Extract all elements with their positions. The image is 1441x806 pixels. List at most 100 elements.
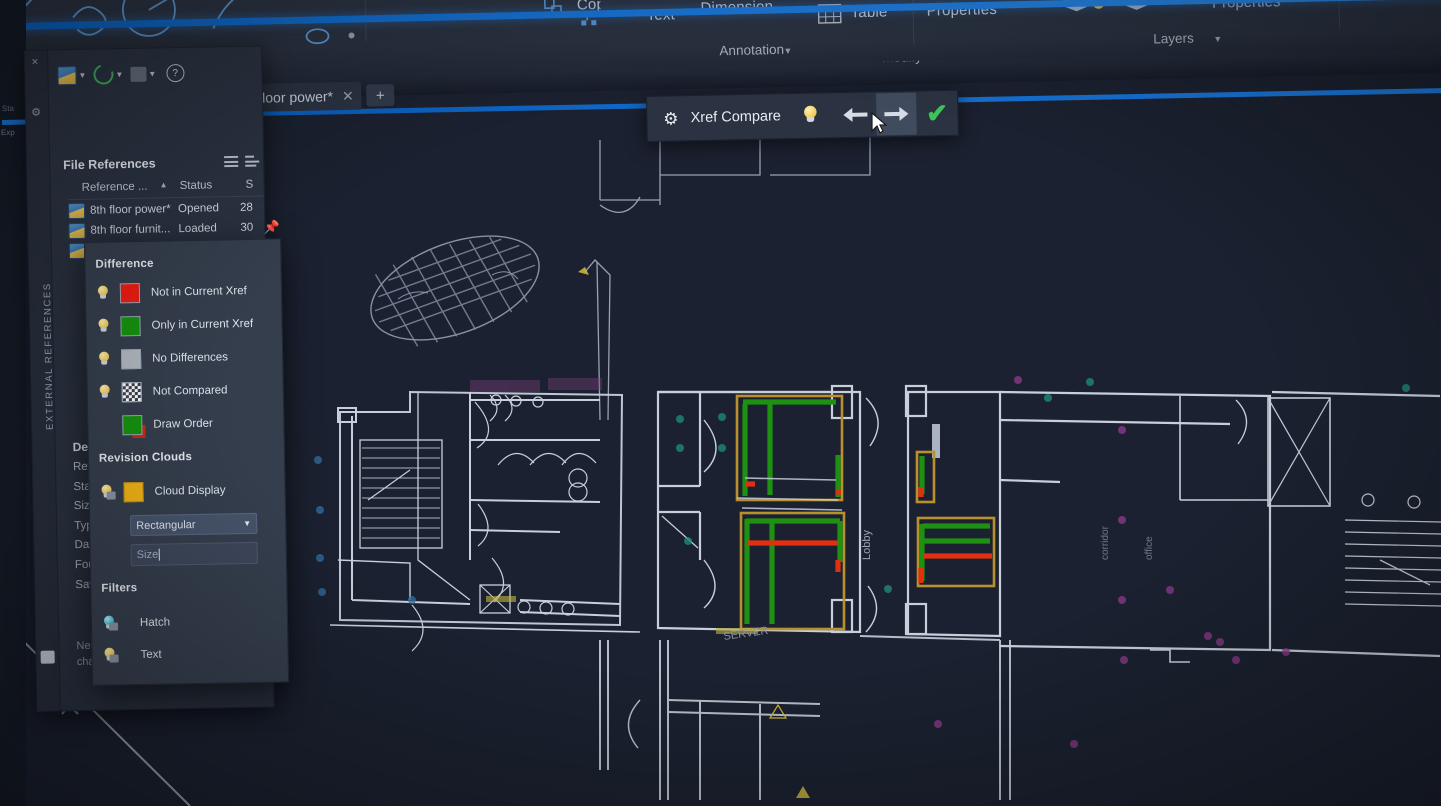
close-icon[interactable]: ✕ <box>342 87 354 104</box>
palette-vertical-title: EXTERNAL REFERENCES <box>42 266 56 446</box>
batch-check-button[interactable]: ▼ <box>130 66 156 81</box>
plan-label-server: SERVER <box>723 625 769 643</box>
section-revision-clouds: Revision Clouds <box>99 451 192 465</box>
reference-size: 30 <box>240 221 266 233</box>
compare-settings-panel[interactable]: 📌 Difference Not in Current Xref Only in… <box>84 238 289 686</box>
edge-label-express: Exp <box>1 128 15 137</box>
difference-item-not-in-current[interactable]: Not in Current Xref <box>96 278 272 307</box>
lightbulb-icon[interactable] <box>96 318 110 336</box>
cloud-shape-select[interactable]: Rectangular ▼ <box>130 513 257 536</box>
lightbulb-icon[interactable] <box>102 646 116 664</box>
upper-plan-fragment <box>585 135 870 420</box>
sort-ascending-icon[interactable]: ▲ <box>160 180 168 189</box>
xref-compare-toolbar[interactable]: ⚙ Xref Compare ✔ <box>646 90 959 142</box>
arrow-right-icon <box>884 107 908 121</box>
color-swatch[interactable] <box>120 316 140 336</box>
file-references-header: File References <box>63 150 263 176</box>
triangle-marker <box>770 705 786 718</box>
draw-order-swatch[interactable] <box>122 415 142 435</box>
lightbulb-icon[interactable] <box>98 384 112 402</box>
edge-label-start: Sta <box>2 104 14 113</box>
color-swatch[interactable] <box>122 382 142 402</box>
revision-clouds <box>737 396 994 629</box>
plan-label-office: office <box>1144 536 1155 560</box>
difference-item-no-differences[interactable]: No Differences <box>97 344 273 373</box>
lightbulb-icon[interactable] <box>96 285 110 303</box>
column-size[interactable]: S <box>246 179 254 191</box>
difference-item-not-compared[interactable]: Not Compared <box>98 377 274 406</box>
difference-label: Draw Order <box>153 418 213 431</box>
new-tab-button[interactable]: + <box>366 84 394 107</box>
section-difference: Difference <box>95 258 153 271</box>
gear-icon[interactable]: ⚙ <box>663 109 682 128</box>
difference-item-only-in-current[interactable]: Only in Current Xref <box>96 311 272 340</box>
mouse-cursor <box>871 112 887 134</box>
layers-panel-title[interactable]: Layers <box>1153 31 1194 47</box>
batch-check-icon <box>130 66 146 81</box>
xref-compare-title: Xref Compare <box>690 108 781 126</box>
palette-autohide-icon[interactable] <box>41 651 55 664</box>
difference-label: Not in Current Xref <box>151 285 247 299</box>
filter-item-hatch[interactable]: Hatch <box>102 608 278 637</box>
plan-label-lobby: Lobby <box>861 530 873 560</box>
difference-item-draw-order[interactable]: Draw Order <box>98 410 274 439</box>
refresh-button[interactable]: ▼ <box>93 64 123 85</box>
triangle-marker-2 <box>796 786 810 798</box>
annotation-markers <box>314 376 1410 748</box>
lightbulb-icon <box>801 104 819 127</box>
arrow-left-icon <box>844 108 868 122</box>
plan-label-corridor: corridor <box>1100 525 1111 560</box>
help-icon[interactable]: ? <box>166 64 184 82</box>
dwg-file-icon <box>68 203 85 219</box>
cloud-display-item[interactable]: Cloud Display <box>99 477 275 506</box>
cloud-display-label: Cloud Display <box>154 484 225 497</box>
text-caret <box>159 549 160 561</box>
lightbulb-toggle-button[interactable] <box>794 94 835 137</box>
cloud-size-placeholder: Size <box>137 549 159 561</box>
filter-label: Text <box>140 649 161 661</box>
tree-view-icon[interactable] <box>245 156 259 168</box>
cloud-shape-value: Rectangular <box>136 519 196 532</box>
color-swatch[interactable] <box>120 283 140 303</box>
palette-properties-icon[interactable]: ⚙ <box>31 106 41 119</box>
chevron-down-icon[interactable]: ▼ <box>78 70 86 79</box>
attach-dwg-button[interactable]: ▼ <box>57 65 86 85</box>
refresh-icon <box>90 61 117 88</box>
file-references-title: File References <box>63 156 156 172</box>
palette-toolbar[interactable]: ▼ ▼ ▼ ? <box>49 54 266 92</box>
cloud-size-input[interactable]: Size <box>131 542 258 566</box>
list-view-icon[interactable] <box>224 156 238 168</box>
difference-label: Only in Current Xref <box>151 318 253 332</box>
column-status[interactable]: Status <box>180 179 213 192</box>
color-swatch[interactable] <box>123 482 143 502</box>
document-tab-bar: floor power* ✕ + <box>248 78 549 114</box>
filter-item-text[interactable]: Text <box>102 640 278 669</box>
annotation-panel-title[interactable]: Annotation <box>719 42 784 58</box>
reference-name: 8th floor furnit... <box>90 223 178 237</box>
accept-compare-button[interactable]: ✔ <box>916 92 957 135</box>
checkmark-icon: ✔ <box>926 100 948 126</box>
reference-status: Opened <box>178 202 219 215</box>
pin-icon[interactable]: 📌 <box>264 219 280 235</box>
ellipse-hatch-region <box>357 216 553 361</box>
tab-label: floor power* <box>258 88 333 106</box>
difference-label: Not Compared <box>153 384 228 397</box>
column-reference[interactable]: Reference ... <box>82 181 148 194</box>
lightbulb-icon[interactable] <box>102 614 116 632</box>
close-icon[interactable]: ✕ <box>31 57 39 68</box>
floorplan-left <box>330 392 640 651</box>
lightbulb-icon[interactable] <box>99 484 113 502</box>
autocad-window: Lobby SERVER corridor office <box>0 0 1441 806</box>
lower-walls <box>600 636 1010 800</box>
chevron-down-icon[interactable]: ▼ <box>243 519 251 528</box>
chevron-down-icon[interactable]: ▼ <box>115 70 123 79</box>
section-filters: Filters <box>101 582 137 595</box>
color-swatch[interactable] <box>121 349 141 369</box>
lightbulb-icon[interactable] <box>97 351 111 369</box>
chevron-down-icon[interactable]: ▼ <box>148 69 156 78</box>
reference-status: Loaded <box>178 222 217 235</box>
dwg-file-icon <box>68 223 85 239</box>
toolbar-grip[interactable] <box>647 97 654 141</box>
reference-size: 28 <box>240 201 266 213</box>
filter-label: Hatch <box>140 616 170 629</box>
